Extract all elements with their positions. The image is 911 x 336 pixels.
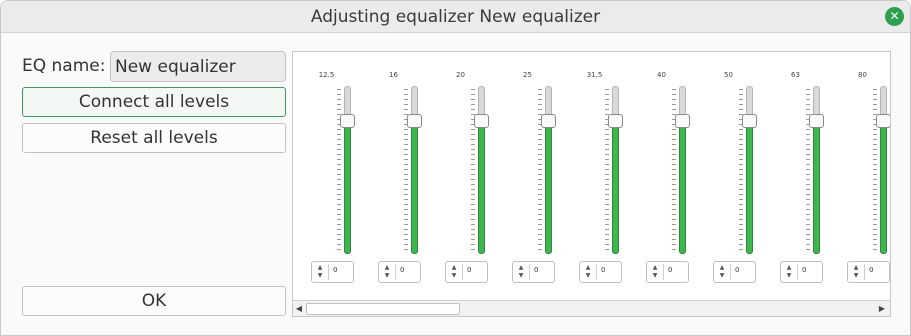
level-spinbox[interactable]: ▲ ▼ 0 (713, 261, 756, 283)
level-value: 0 (869, 266, 874, 274)
spin-divider (596, 264, 597, 280)
spin-arrows-icon[interactable]: ▲ ▼ (784, 264, 794, 280)
spin-arrows-icon[interactable]: ▲ ▼ (717, 264, 727, 280)
ok-button[interactable]: OK (22, 286, 286, 316)
level-slider-fill (746, 120, 753, 254)
level-slider-thumb[interactable] (809, 113, 824, 128)
eq-band: 80 ▲ ▼ 0 (829, 52, 890, 300)
level-value: 0 (400, 266, 405, 274)
eq-band: 40 ▲ ▼ 0 (628, 52, 695, 300)
level-slider-fill (880, 120, 887, 254)
eq-band: 50 ▲ ▼ 0 (695, 52, 762, 300)
band-frequency-label: 50 (724, 71, 733, 79)
spin-divider (462, 264, 463, 280)
level-value: 0 (802, 266, 807, 274)
spin-arrows-icon[interactable]: ▲ ▼ (851, 264, 861, 280)
level-value: 0 (668, 266, 673, 274)
level-slider-fill (545, 120, 552, 254)
level-value: 0 (601, 266, 606, 274)
band-frequency-label: 31.5 (586, 71, 603, 79)
slider-ticks (538, 89, 542, 252)
level-value: 0 (735, 266, 740, 274)
level-spinbox[interactable]: ▲ ▼ 0 (378, 261, 421, 283)
spin-arrows-icon[interactable]: ▲ ▼ (516, 264, 526, 280)
slider-ticks (404, 89, 408, 252)
spin-divider (864, 264, 865, 280)
level-value: 0 (333, 266, 338, 274)
slider-ticks (337, 89, 341, 252)
band-frequency-label: 20 (456, 71, 465, 79)
band-frequency-label: 16 (389, 71, 398, 79)
level-slider-thumb[interactable] (675, 113, 690, 128)
level-value: 0 (467, 266, 472, 274)
spin-arrows-icon[interactable]: ▲ ▼ (315, 264, 325, 280)
level-slider-fill (411, 120, 418, 254)
connect-all-levels-button[interactable]: Connect all levels (22, 87, 286, 117)
level-spinbox[interactable]: ▲ ▼ 0 (445, 261, 488, 283)
band-frequency-label: 80 (858, 71, 867, 79)
eq-band: 12.5 ▲ ▼ 0 (293, 52, 360, 300)
level-slider-thumb[interactable] (474, 113, 489, 128)
level-slider-fill (813, 120, 820, 254)
band-frequency-label: 12.5 (318, 71, 335, 79)
spin-divider (730, 264, 731, 280)
level-slider-thumb[interactable] (340, 113, 355, 128)
level-slider-thumb[interactable] (608, 113, 623, 128)
scroll-left-icon[interactable]: ◀ (293, 303, 305, 315)
slider-ticks (873, 89, 877, 252)
spin-divider (328, 264, 329, 280)
band-frequency-label: 25 (523, 71, 532, 79)
eq-band: 16 ▲ ▼ 0 (360, 52, 427, 300)
level-slider-thumb[interactable] (541, 113, 556, 128)
level-spinbox[interactable]: ▲ ▼ 0 (847, 261, 890, 283)
level-spinbox[interactable]: ▲ ▼ 0 (579, 261, 622, 283)
spin-arrows-icon[interactable]: ▲ ▼ (449, 264, 459, 280)
window-title: Adjusting equalizer New equalizer (310, 7, 601, 27)
slider-ticks (739, 89, 743, 252)
level-slider-thumb[interactable] (742, 113, 757, 128)
level-spinbox[interactable]: ▲ ▼ 0 (780, 261, 823, 283)
level-slider-thumb[interactable] (876, 113, 890, 128)
level-value: 0 (534, 266, 539, 274)
spin-arrows-icon[interactable]: ▲ ▼ (382, 264, 392, 280)
eq-band: 63 ▲ ▼ 0 (762, 52, 829, 300)
eq-name-field[interactable] (110, 51, 286, 82)
equalizer-window: Adjusting equalizer New equalizer ✕ EQ n… (0, 0, 911, 336)
spin-divider (395, 264, 396, 280)
level-slider-thumb[interactable] (407, 113, 422, 128)
horizontal-scrollbar[interactable]: ◀ ▶ (293, 300, 890, 316)
eq-band: 20 ▲ ▼ 0 (427, 52, 494, 300)
eq-band: 31.5 ▲ ▼ 0 (561, 52, 628, 300)
title-bar[interactable]: Adjusting equalizer New equalizer ✕ (1, 1, 910, 33)
equalizer-bands-panel: 12.5 ▲ ▼ 0 16 ▲ ▼ 0 20 ▲ ▼ 0 25 ▲ ▼ 0 31.5 ▲ ▼ 0 40 ▲ ▼ 0 50 ▲ ▼ 0 6… (292, 51, 891, 317)
spin-divider (663, 264, 664, 280)
close-icon[interactable]: ✕ (885, 7, 904, 26)
level-slider-fill (344, 120, 351, 254)
eq-band: 25 ▲ ▼ 0 (494, 52, 561, 300)
level-slider-fill (478, 120, 485, 254)
scroll-right-icon[interactable]: ▶ (876, 303, 888, 315)
level-spinbox[interactable]: ▲ ▼ 0 (311, 261, 354, 283)
slider-ticks (672, 89, 676, 252)
reset-all-levels-button[interactable]: Reset all levels (22, 123, 286, 153)
level-spinbox[interactable]: ▲ ▼ 0 (512, 261, 555, 283)
spin-arrows-icon[interactable]: ▲ ▼ (650, 264, 660, 280)
scrollbar-thumb[interactable] (306, 303, 460, 315)
eq-name-label: EQ name: (22, 56, 106, 76)
spin-divider (529, 264, 530, 280)
level-spinbox[interactable]: ▲ ▼ 0 (646, 261, 689, 283)
level-slider-fill (612, 120, 619, 254)
band-frequency-label: 63 (791, 71, 800, 79)
slider-ticks (605, 89, 609, 252)
spin-arrows-icon[interactable]: ▲ ▼ (583, 264, 593, 280)
band-frequency-label: 40 (657, 71, 666, 79)
spin-divider (797, 264, 798, 280)
level-slider-fill (679, 120, 686, 254)
slider-ticks (471, 89, 475, 252)
slider-ticks (806, 89, 810, 252)
